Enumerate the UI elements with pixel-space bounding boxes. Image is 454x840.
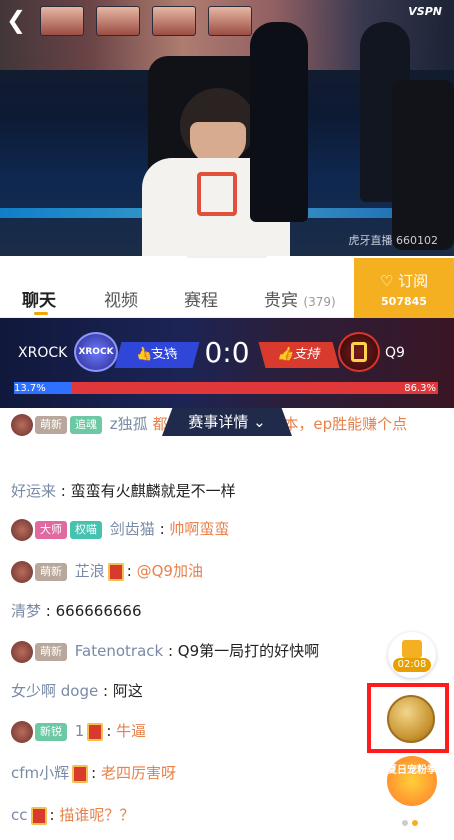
level-tag: 新锐 [35,722,67,741]
summer-event-button[interactable]: 夏日宠粉季 [387,756,437,806]
chat-username[interactable]: 好运来 [11,482,56,500]
chat-text: 描谁呢？？ [59,806,135,824]
video-player[interactable]: ❮ VSPN 虎牙直播 660102 [0,0,454,256]
chat-text: 蛮蛮有火麒麟就是不一样 [70,482,236,500]
broadcast-logo: VSPN [408,5,442,18]
stage-tile [152,6,196,36]
rank-badge-icon [11,640,33,663]
left-team-name: XROCK [18,345,68,361]
team-fan-icon [87,722,104,741]
right-support-percent: 86.3% [404,383,436,394]
subscribe-button[interactable]: ♡ 订阅 507845 [354,258,454,318]
chat-username[interactable]: 芷浪 [75,562,105,580]
chat-username[interactable]: 清梦 [11,602,41,620]
chat-text: 阿这 [112,682,143,700]
chat-username[interactable]: 剑齿猫 [110,520,155,538]
carousel-dots [402,811,428,826]
chat-message: 萌新 Fatenotrack : Q9第一局打的好快啊 [11,640,441,663]
chat-username[interactable]: z独孤 [110,415,148,433]
support-ratio-bar [14,382,438,394]
noble-tag: 追魂 [70,415,102,434]
level-tag: 萌新 [35,642,67,661]
left-team-logo: XROCK [74,332,118,372]
room-watermark: 虎牙直播 660102 [348,234,439,247]
back-icon[interactable]: ❮ [6,6,34,34]
chat-text: Q9第一局打的好快啊 [177,642,320,660]
active-tab-indicator [34,312,48,315]
chat-username[interactable]: cfm小辉 [11,764,69,782]
staff-member [250,22,308,222]
chevron-down-icon: ⌄ [253,413,266,431]
chat-message: 大师 权喵 剑齿猫 : 帅啊蛮蛮 [11,518,441,541]
chat-text: 老四厉害呀 [100,764,176,782]
support-right-button[interactable]: 👍支持 [258,342,340,368]
match-details-button[interactable]: 赛事详情 ⌄ [162,408,292,436]
left-support-percent: 13.7% [14,383,46,394]
rank-badge-icon [11,720,33,743]
level-tag: 萌新 [35,415,67,434]
chat-username[interactable]: Fatenotrack [75,642,163,660]
chat-username[interactable]: 女少啊 doge [11,682,98,700]
chat-message: cfm小辉: 老四厉害呀 [11,764,176,783]
chat-message: 萌新 芷浪: @Q9加油 [11,560,441,583]
noble-tag: 权喵 [70,520,102,539]
right-team-logo [338,332,380,372]
carousel-dot-active [412,820,418,826]
tab-chat[interactable]: 聊天 [22,286,56,311]
right-team-name: Q9 [385,345,405,361]
stage-tile [40,6,84,36]
team-fan-icon [30,806,47,825]
level-tag: 大师 [35,520,67,539]
team-fan-icon [72,764,89,783]
chat-message: 好运来 : 蛮蛮有火麒麟就是不一样 [11,482,236,500]
chat-username[interactable]: cc [11,806,28,824]
stage-tile [96,6,140,36]
treasure-chest-icon [402,640,422,658]
subscribe-label: ♡ 订阅 [379,272,429,290]
treasure-chest-button[interactable]: 02:08 [388,632,436,678]
chat-text: @Q9加油 [136,562,203,580]
coin-reward-icon[interactable] [387,695,435,743]
tab-vip[interactable]: 贵宾 (379) [264,286,336,311]
chat-text: 牛逼 [116,722,147,740]
tab-schedule[interactable]: 赛程 [184,286,218,311]
tab-video[interactable]: 视频 [104,286,138,311]
chat-username[interactable]: 1 [75,722,85,740]
chat-message: 清梦 : 666666666 [11,602,142,620]
support-left-button[interactable]: 👍支持 [114,342,200,368]
carousel-dot [402,820,408,826]
rank-badge-icon [11,413,33,436]
team-fan-icon [107,562,124,581]
stage-tile [208,6,252,36]
rank-badge-icon [11,560,33,583]
chat-text: 666666666 [55,602,142,620]
rank-badge-icon [11,518,33,541]
match-panel: XROCK XROCK 👍支持 0:0 👍支持 Q9 13.7% 86.3% [0,318,454,408]
chat-list: 萌新追魂 z独孤 都是2比1 es胜能回本，ep胜能赚个点 好运来 : 蛮蛮有火… [0,408,454,840]
chat-message: cc: 描谁呢？？ [11,806,135,825]
team-jersey-logo [197,172,237,216]
gaming-chair [392,80,454,250]
match-score: 0:0 [204,336,250,369]
chat-text: 帅啊蛮蛮 [169,520,230,538]
level-tag: 萌新 [35,562,67,581]
subscriber-count: 507845 [381,295,427,308]
chest-timer: 02:08 [393,658,431,672]
vip-count: (379) [303,295,336,309]
